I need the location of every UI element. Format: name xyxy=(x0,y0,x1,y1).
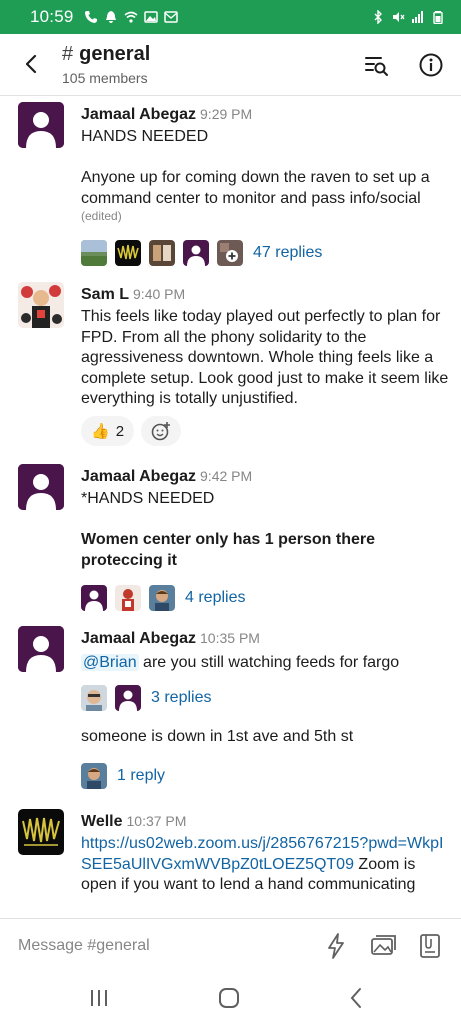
channel-title[interactable]: # general xyxy=(62,43,150,66)
thread-summary[interactable]: 1 reply xyxy=(81,763,165,789)
mute-icon xyxy=(393,12,405,22)
author-name[interactable]: Jamaal Abegaz xyxy=(81,106,196,123)
thread-replies-link[interactable]: 3 replies xyxy=(151,689,211,707)
message-text: Women center only has 1 person there pro… xyxy=(81,531,376,569)
shortcuts-lightning-icon[interactable] xyxy=(321,931,351,961)
thread-replies-link[interactable]: 47 replies xyxy=(253,244,322,262)
reaction-pill[interactable]: 👍 2 xyxy=(81,416,135,446)
message-input[interactable] xyxy=(18,933,298,959)
message-line: *HANDS NEEDED xyxy=(81,490,215,507)
avatar[interactable] xyxy=(18,282,64,328)
lte-signal-icon xyxy=(412,11,423,23)
avatar[interactable] xyxy=(18,626,64,672)
message-time: 9:42 PM xyxy=(200,468,253,484)
bluetooth-icon xyxy=(374,10,382,24)
battery-icon xyxy=(433,11,443,24)
phone-icon xyxy=(84,11,97,23)
add-emoji-icon xyxy=(151,422,170,441)
message-list[interactable]: Jamaal Abegaz 9:29 PM HANDS NEEDED Anyone… xyxy=(0,96,461,918)
add-reaction-button[interactable] xyxy=(141,416,181,446)
message-meta: Welle 10:37 PM xyxy=(81,813,186,831)
participant-avatar xyxy=(183,240,209,266)
wifi-icon xyxy=(124,11,138,23)
search-messages-icon[interactable] xyxy=(361,50,391,80)
thread-replies-link[interactable]: 4 replies xyxy=(185,589,245,607)
avatar[interactable] xyxy=(18,102,64,148)
reaction-count: 2 xyxy=(115,422,125,440)
message-time: 9:29 PM xyxy=(200,106,253,122)
thumbs-up-emoji: 👍 xyxy=(91,423,110,440)
thread-replies-link[interactable]: 1 reply xyxy=(117,767,165,785)
thread-summary[interactable]: 3 replies xyxy=(81,685,211,711)
status-bar: 10:59 xyxy=(0,0,461,34)
message-text: @Brian are you still watching feeds for … xyxy=(81,653,451,674)
thread-summary[interactable]: 47 replies xyxy=(81,240,322,266)
participant-avatar xyxy=(115,585,141,611)
status-right-icons xyxy=(371,10,445,24)
home-icon[interactable] xyxy=(214,984,244,1012)
info-icon[interactable] xyxy=(416,50,446,80)
message-meta: Jamaal Abegaz 10:35 PM xyxy=(81,630,260,648)
author-name[interactable]: Jamaal Abegaz xyxy=(81,468,196,485)
thread-summary[interactable]: 4 replies xyxy=(81,585,245,611)
file-attach-icon[interactable] xyxy=(415,931,445,961)
message-time: 10:37 PM xyxy=(126,813,187,829)
back-icon[interactable] xyxy=(342,984,372,1012)
participant-avatar xyxy=(81,585,107,611)
back-arrow-icon[interactable] xyxy=(18,50,46,78)
edited-label: (edited) xyxy=(81,209,122,223)
channel-name: general xyxy=(79,43,151,65)
recents-icon[interactable] xyxy=(84,984,114,1012)
member-count[interactable]: 105 members xyxy=(62,70,148,86)
message-time: 10:35 PM xyxy=(200,630,260,646)
participant-avatar xyxy=(81,240,107,266)
participant-avatar xyxy=(115,685,141,711)
message-text: Anyone up for coming down the raven to s… xyxy=(81,169,430,207)
mail-icon xyxy=(163,11,178,23)
message-meta: Jamaal Abegaz 9:29 PM xyxy=(81,106,252,124)
message-meta: Jamaal Abegaz 9:42 PM xyxy=(81,468,252,486)
system-navigation-bar xyxy=(0,972,461,1024)
channel-hash: # xyxy=(62,43,74,65)
avatar[interactable] xyxy=(18,464,64,510)
author-name[interactable]: Welle xyxy=(81,813,123,830)
participant-avatar xyxy=(81,763,107,789)
user-mention[interactable]: @Brian xyxy=(81,654,139,671)
channel-header: # general 105 members xyxy=(0,34,461,96)
status-time: 10:59 xyxy=(30,7,74,26)
message-text: https://us02web.zoom.us/j/2856767215?pwd… xyxy=(81,834,451,896)
author-name[interactable]: Jamaal Abegaz xyxy=(81,630,196,647)
participant-avatar xyxy=(149,585,175,611)
message-time: 9:40 PM xyxy=(133,286,186,302)
gallery-icon xyxy=(143,11,158,23)
message-followup: someone is down in 1st ave and 5th st xyxy=(81,728,354,745)
message-text-rest: are you still watching feeds for fargo xyxy=(138,654,400,671)
message-composer xyxy=(0,918,461,972)
author-name[interactable]: Sam L xyxy=(81,286,129,303)
avatar[interactable] xyxy=(18,809,64,855)
image-gallery-icon[interactable] xyxy=(368,931,398,961)
notification-icon xyxy=(105,11,116,23)
participant-avatar xyxy=(217,240,243,266)
status-left-icons xyxy=(84,10,178,24)
message-text: This feels like today played out perfect… xyxy=(81,308,449,407)
participant-avatar xyxy=(115,240,141,266)
participant-avatar xyxy=(149,240,175,266)
message-meta: Sam L 9:40 PM xyxy=(81,286,185,304)
message-line: HANDS NEEDED xyxy=(81,128,209,145)
participant-avatar xyxy=(81,685,107,711)
